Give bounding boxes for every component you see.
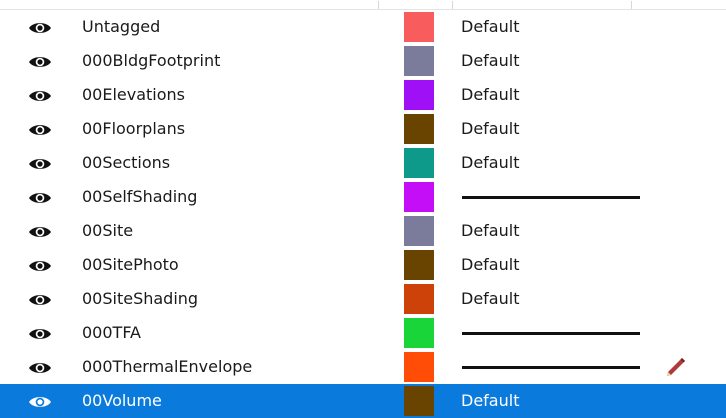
color-swatch[interactable]: [404, 386, 434, 416]
tag-name[interactable]: 00SiteShading: [82, 282, 198, 316]
tag-name[interactable]: 00Sections: [82, 146, 170, 180]
eye-icon[interactable]: [28, 326, 52, 340]
eye-icon[interactable]: [28, 258, 52, 272]
tag-row[interactable]: 00Sections Default: [0, 146, 726, 180]
pencil-icon[interactable]: [662, 355, 688, 381]
line-style-sample[interactable]: [462, 366, 640, 369]
line-style-label[interactable]: Default: [461, 384, 519, 418]
eye-icon[interactable]: [28, 156, 52, 170]
tag-row[interactable]: 000BldgFootprint Default: [0, 44, 726, 78]
tag-row[interactable]: Untagged Default: [0, 10, 726, 44]
tag-name[interactable]: 00Elevations: [82, 78, 185, 112]
tag-name[interactable]: 000ThermalEnvelope: [82, 350, 252, 384]
tag-row[interactable]: 00Floorplans Default: [0, 112, 726, 146]
line-style-label[interactable]: Default: [461, 214, 519, 248]
color-swatch[interactable]: [404, 148, 434, 178]
eye-icon[interactable]: [28, 292, 52, 306]
tag-row[interactable]: 00SelfShading: [0, 180, 726, 214]
line-style-sample[interactable]: [462, 332, 640, 335]
header-divider[interactable]: [378, 1, 379, 9]
tag-row[interactable]: 00Site Default: [0, 214, 726, 248]
color-swatch[interactable]: [404, 80, 434, 110]
tag-name[interactable]: 00Floorplans: [82, 112, 185, 146]
color-swatch[interactable]: [404, 182, 434, 212]
eye-icon[interactable]: [28, 360, 52, 374]
line-style-sample[interactable]: [462, 196, 640, 199]
eye-icon[interactable]: [28, 20, 52, 34]
line-style-label[interactable]: Default: [461, 78, 519, 112]
header-divider[interactable]: [631, 1, 632, 9]
tag-list: Untagged Default 000BldgFootprint Default …: [0, 10, 726, 418]
tag-name[interactable]: 00Site: [82, 214, 133, 248]
line-style-label[interactable]: Default: [461, 146, 519, 180]
line-style-label[interactable]: Default: [461, 282, 519, 316]
color-swatch[interactable]: [404, 216, 434, 246]
tag-row[interactable]: 00Elevations Default: [0, 78, 726, 112]
color-swatch[interactable]: [404, 250, 434, 280]
eye-icon[interactable]: [28, 190, 52, 204]
color-swatch[interactable]: [404, 12, 434, 42]
line-style-label[interactable]: Default: [461, 248, 519, 282]
eye-icon[interactable]: [28, 394, 52, 408]
color-swatch[interactable]: [404, 352, 434, 382]
tag-name[interactable]: 00SitePhoto: [82, 248, 179, 282]
tag-row[interactable]: 000TFA: [0, 316, 726, 350]
line-style-label[interactable]: Default: [461, 112, 519, 146]
tag-name[interactable]: 00SelfShading: [82, 180, 197, 214]
tag-row[interactable]: 00Volume Default: [0, 384, 726, 418]
tag-row[interactable]: 00SiteShading Default: [0, 282, 726, 316]
color-swatch[interactable]: [404, 284, 434, 314]
header-divider[interactable]: [452, 1, 453, 9]
tag-list-header: [0, 0, 726, 10]
eye-icon[interactable]: [28, 88, 52, 102]
color-swatch[interactable]: [404, 46, 434, 76]
color-swatch[interactable]: [404, 114, 434, 144]
eye-icon[interactable]: [28, 122, 52, 136]
tag-name[interactable]: 00Volume: [82, 384, 162, 418]
tag-name[interactable]: 000BldgFootprint: [82, 44, 220, 78]
eye-icon[interactable]: [28, 224, 52, 238]
line-style-label[interactable]: Default: [461, 44, 519, 78]
eye-icon[interactable]: [28, 54, 52, 68]
tag-row[interactable]: 000ThermalEnvelope: [0, 350, 726, 384]
color-swatch[interactable]: [404, 318, 434, 348]
tag-name[interactable]: 000TFA: [82, 316, 141, 350]
line-style-label[interactable]: Default: [461, 10, 519, 44]
tag-row[interactable]: 00SitePhoto Default: [0, 248, 726, 282]
tag-name[interactable]: Untagged: [82, 10, 160, 44]
